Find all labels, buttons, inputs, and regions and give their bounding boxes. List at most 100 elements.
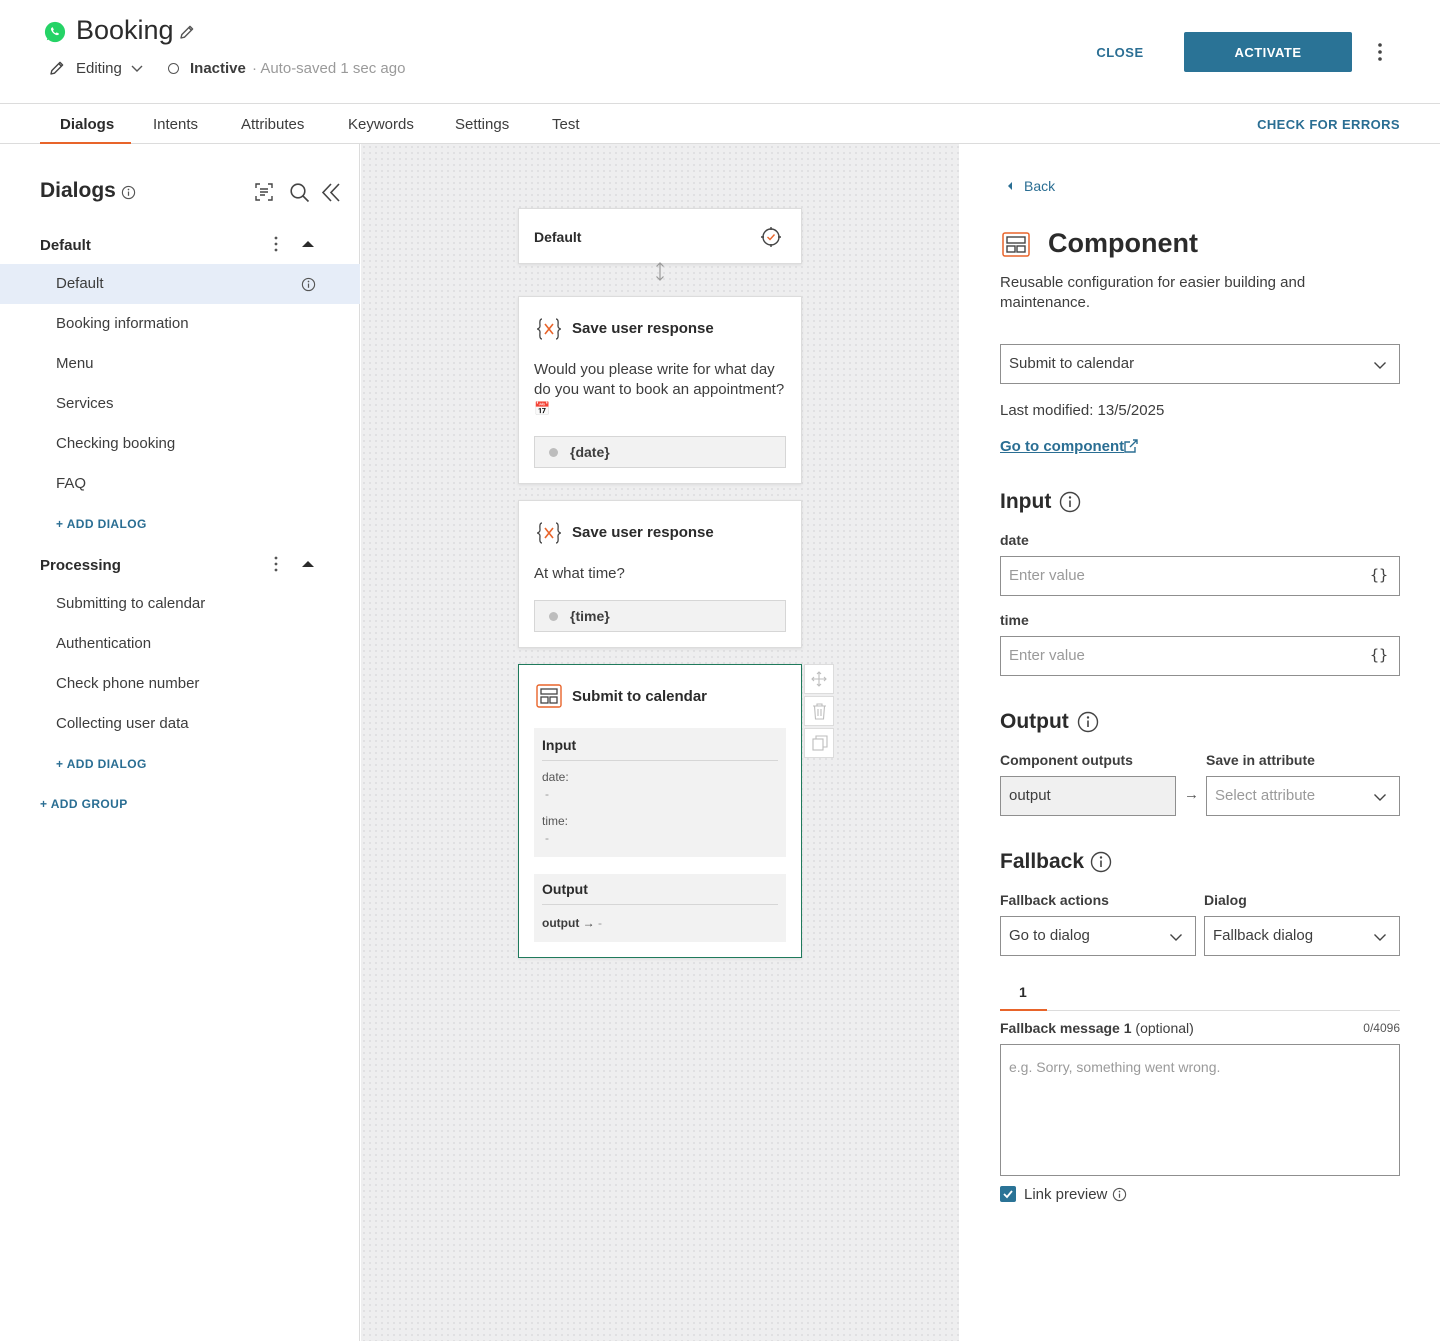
component-icon	[1002, 232, 1030, 257]
divider	[542, 904, 778, 905]
info-icon[interactable]	[1090, 851, 1112, 873]
start-node[interactable]: Default	[518, 208, 802, 264]
more-vertical-icon[interactable]	[270, 235, 282, 253]
sidebar-item-menu[interactable]: Menu	[0, 344, 360, 384]
fallback-message-title: Fallback message 1	[1000, 1020, 1132, 1036]
sidebar-item-label: Default	[56, 275, 104, 292]
variable-icon	[536, 522, 562, 544]
link-preview-checkbox[interactable]	[1000, 1186, 1016, 1202]
fallback-dialog-select[interactable]: Fallback dialog	[1204, 916, 1400, 956]
add-group-button[interactable]: + ADD GROUP	[40, 797, 128, 811]
go-to-component-link[interactable]: Go to component	[1000, 438, 1124, 455]
input-date-label: date	[1000, 532, 1029, 548]
input-title: Input	[542, 737, 577, 753]
sidebar-item-checking-booking[interactable]: Checking booking	[0, 424, 360, 464]
tab-keywords[interactable]: Keywords	[348, 116, 414, 133]
sidebar-item-collecting-user-data[interactable]: Collecting user data	[0, 704, 360, 744]
input-param-value: -	[545, 831, 549, 845]
move-node-button[interactable]	[804, 664, 834, 694]
component-select[interactable]: Submit to calendar	[1000, 344, 1400, 384]
more-vertical-icon[interactable]	[1370, 40, 1390, 64]
variable-name: {time}	[570, 608, 610, 624]
description-line: Reusable configuration for easier buildi…	[1000, 274, 1306, 291]
checkmark-icon	[1003, 1190, 1013, 1199]
collapse-group-icon[interactable]	[301, 559, 315, 569]
variable-braces-icon[interactable]: {}	[1370, 646, 1388, 664]
sidebar-item-submitting-to-calendar[interactable]: Submitting to calendar	[0, 584, 360, 624]
fallback-action-value: Go to dialog	[1009, 927, 1090, 944]
add-dialog-button[interactable]: + ADD DIALOG	[56, 517, 147, 531]
save-user-response-node[interactable]: Save user response Would you please writ…	[518, 296, 802, 484]
node-message-line: At what time?	[534, 565, 625, 582]
component-node[interactable]: Submit to calendar Input date: - time: -…	[518, 664, 802, 958]
component-input-box: Input date: - time: -	[534, 728, 786, 857]
edit-title-icon[interactable]	[178, 23, 196, 41]
collapse-sidebar-icon[interactable]	[320, 182, 342, 203]
output-heading: Output	[1000, 710, 1069, 733]
delete-node-button[interactable]	[804, 696, 834, 726]
time-input[interactable]: Enter value {}	[1000, 636, 1400, 676]
check-errors-button[interactable]: CHECK FOR ERRORS	[1257, 117, 1400, 132]
more-vertical-icon[interactable]	[270, 555, 282, 573]
select-attribute-dropdown[interactable]: Select attribute	[1206, 776, 1400, 816]
sidebar-item-services[interactable]: Services	[0, 384, 360, 424]
back-arrow-icon[interactable]	[1006, 181, 1014, 191]
component-outputs-label: Component outputs	[1000, 752, 1133, 768]
tab-attributes[interactable]: Attributes	[241, 116, 304, 133]
variable-braces-icon[interactable]: {}	[1370, 566, 1388, 584]
external-link-icon[interactable]	[1123, 438, 1139, 454]
tab-dialogs[interactable]: Dialogs	[60, 116, 114, 133]
message-tab-1[interactable]: 1	[1019, 984, 1027, 1000]
group-default[interactable]: Default	[40, 237, 91, 254]
last-modified: Last modified: 13/5/2025	[1000, 402, 1165, 419]
tab-intents[interactable]: Intents	[153, 116, 198, 133]
node-message-line: Would you please write for what day	[534, 361, 775, 378]
component-panel: Back Component Reusable configuration fo…	[960, 144, 1440, 1341]
panel-title: Component	[1048, 228, 1198, 258]
input-param-name: date:	[542, 770, 569, 784]
duplicate-node-button[interactable]	[804, 728, 834, 758]
chevron-down-icon[interactable]	[130, 61, 144, 75]
info-icon[interactable]	[301, 277, 316, 292]
save-user-response-node[interactable]: Save user response At what time? {time}	[518, 500, 802, 648]
sidebar-item-booking-information[interactable]: Booking information	[0, 304, 360, 344]
component-icon	[536, 684, 562, 708]
info-icon[interactable]	[1112, 1187, 1127, 1202]
flow-canvas[interactable]: Default Save user response Would you ple…	[361, 144, 959, 1341]
sidebar-item-check-phone-number[interactable]: Check phone number	[0, 664, 360, 704]
search-icon[interactable]	[289, 182, 310, 203]
info-icon[interactable]	[1059, 491, 1081, 513]
save-in-attribute-label: Save in attribute	[1206, 752, 1315, 768]
group-processing[interactable]: Processing	[40, 557, 121, 574]
fallback-message-textarea[interactable]: e.g. Sorry, something went wrong.	[1000, 1044, 1400, 1176]
info-icon[interactable]	[121, 185, 136, 200]
chevron-down-icon	[1374, 934, 1386, 941]
chevron-down-icon	[1170, 934, 1182, 941]
back-link[interactable]: Back	[1024, 178, 1055, 194]
add-dialog-button[interactable]: + ADD DIALOG	[56, 757, 147, 771]
tab-settings[interactable]: Settings	[455, 116, 509, 133]
sidebar-item-faq[interactable]: FAQ	[0, 464, 360, 504]
collapse-group-icon[interactable]	[301, 239, 315, 249]
arrow-right-icon: →	[582, 916, 595, 930]
app-header: Booking Editing Inactive · Auto-saved 1 …	[0, 0, 1440, 104]
input-time-label: time	[1000, 612, 1029, 628]
chevron-down-icon	[1374, 362, 1386, 369]
message-tabs-divider	[1000, 1010, 1400, 1011]
close-button[interactable]: CLOSE	[1084, 34, 1156, 70]
tab-test[interactable]: Test	[552, 116, 580, 133]
select-placeholder: Select attribute	[1215, 787, 1316, 804]
input-param-value: -	[545, 787, 549, 801]
activate-button[interactable]: ACTIVATE	[1184, 32, 1352, 72]
variable-name: {date}	[570, 444, 610, 460]
info-icon[interactable]	[1077, 711, 1099, 733]
structure-view-icon[interactable]	[254, 182, 274, 202]
fallback-action-select[interactable]: Go to dialog	[1000, 916, 1196, 956]
sidebar-item-authentication[interactable]: Authentication	[0, 624, 360, 664]
mode-dropdown[interactable]: Editing	[76, 60, 122, 77]
date-input[interactable]: Enter value {}	[1000, 556, 1400, 596]
start-target-icon[interactable]	[760, 226, 782, 248]
connector-arrow-icon	[656, 262, 664, 281]
input-heading: Input	[1000, 490, 1052, 513]
output-mapping: output → -	[542, 916, 602, 930]
